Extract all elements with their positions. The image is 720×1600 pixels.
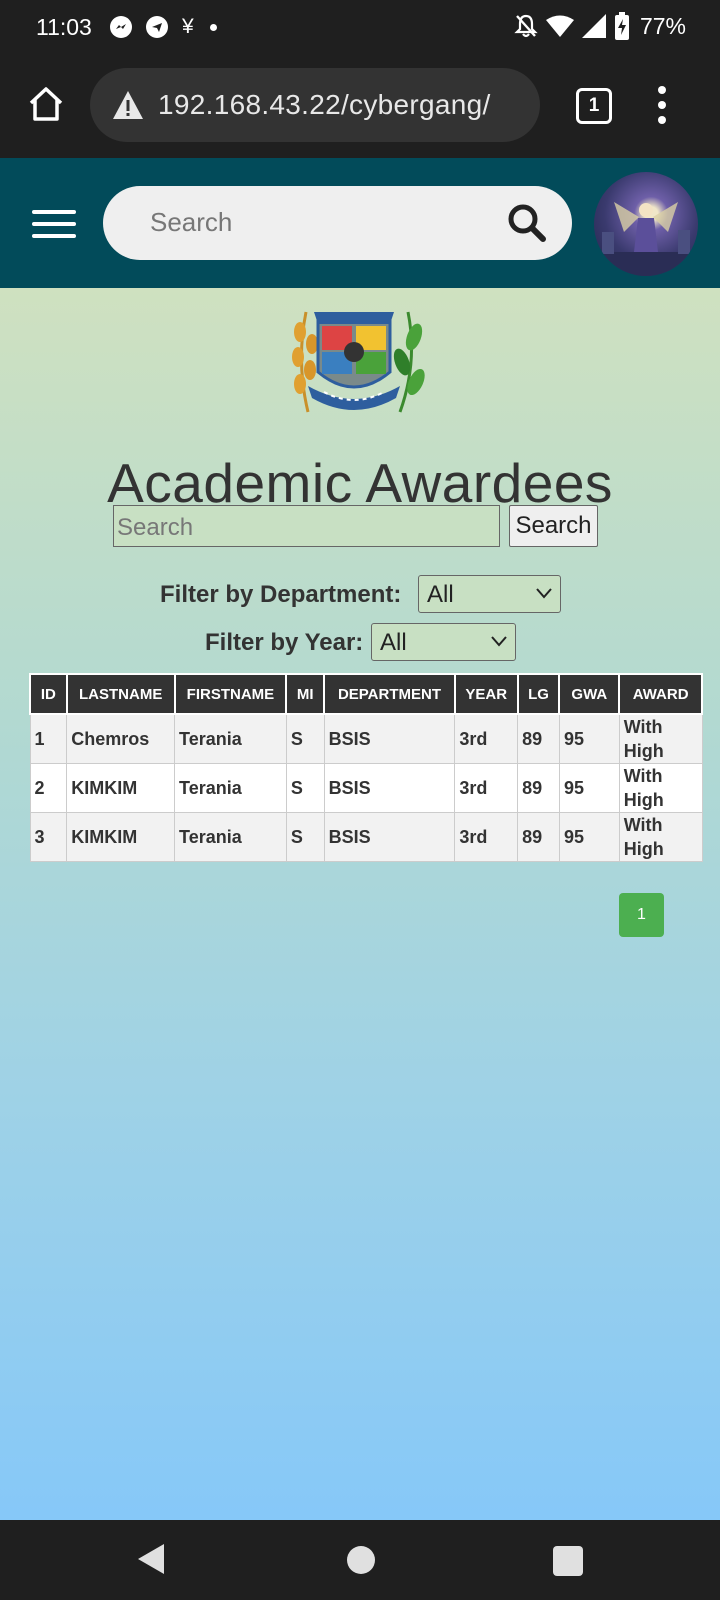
cell-lg: 89 <box>517 713 560 764</box>
url-text[interactable]: 192.168.43.22/cybergang/ <box>158 89 491 121</box>
home-icon[interactable] <box>26 84 66 124</box>
page-content: Academic Awardees Search Search Filter b… <box>0 288 720 1520</box>
cell-award: With High <box>618 812 703 862</box>
wifi-icon <box>545 15 574 37</box>
cell-department: BSIS <box>323 713 456 764</box>
table-row: 3 KIMKIM Terania S BSIS 3rd 89 95 With H… <box>29 812 703 862</box>
college-seal-logo <box>292 311 425 413</box>
status-time: 11:03 <box>36 14 92 40</box>
cell-year: 3rd <box>454 713 519 764</box>
column-header[interactable]: ID <box>29 673 68 715</box>
cell-firstname: Terania <box>174 713 287 764</box>
user-avatar[interactable] <box>594 172 698 276</box>
header-search-field[interactable]: Search <box>103 186 572 260</box>
cell-lastname: Chemros <box>66 713 176 764</box>
cell-award: With High <box>618 763 703 813</box>
cell-id: 3 <box>29 812 68 862</box>
header-search-placeholder: Search <box>150 207 233 237</box>
yen-icon: ¥ <box>182 15 194 38</box>
column-header[interactable]: MI <box>285 673 326 715</box>
back-icon[interactable] <box>136 1542 166 1576</box>
more-notifications-dot <box>209 23 217 31</box>
battery-charging-icon <box>614 12 629 40</box>
table-header-row: ID LASTNAME FIRSTNAME MI DEPARTMENT YEAR… <box>29 673 703 715</box>
cell-gwa: 95 <box>558 713 620 764</box>
cell-lg: 89 <box>517 812 560 862</box>
pagination-page-button[interactable]: 1 <box>619 893 664 937</box>
battery-percentage: 77% <box>639 12 686 39</box>
cell-gwa: 95 <box>558 812 620 862</box>
awardee-search-placeholder: Search <box>117 514 194 541</box>
messenger-icon <box>110 16 132 38</box>
cell-year: 3rd <box>454 763 519 813</box>
site-header: Search <box>0 158 720 288</box>
avatar-image <box>594 202 698 276</box>
mute-bell-icon <box>514 14 538 38</box>
column-header[interactable]: LG <box>516 673 561 715</box>
filter-year-label: Filter by Year: <box>205 629 364 656</box>
telegram-icon <box>146 16 168 38</box>
column-header[interactable]: AWARD <box>618 673 703 715</box>
awardees-table: ID LASTNAME FIRSTNAME MI DEPARTMENT YEAR… <box>29 673 703 862</box>
cell-gwa: 95 <box>558 763 620 813</box>
awardee-search-button[interactable]: Search <box>509 505 598 547</box>
android-navigation-bar <box>0 1520 720 1600</box>
department-filter-value: All <box>427 581 454 608</box>
cell-department: BSIS <box>323 812 456 862</box>
system-icons: 77% <box>514 12 686 40</box>
notification-icons: ¥ <box>110 16 217 38</box>
cell-lastname: KIMKIM <box>66 812 176 862</box>
cell-signal-icon <box>581 14 606 38</box>
search-icon[interactable] <box>507 203 547 243</box>
column-header[interactable]: LASTNAME <box>65 673 176 715</box>
cell-id: 1 <box>29 713 68 764</box>
cell-year: 3rd <box>454 812 519 862</box>
recent-apps-icon[interactable] <box>553 1546 583 1576</box>
table-row: 2 KIMKIM Terania S BSIS 3rd 89 95 With H… <box>29 763 703 813</box>
status-bar: 11:03 ¥ 77% <box>0 0 720 54</box>
cell-id: 2 <box>29 763 68 813</box>
not-secure-warning-icon[interactable] <box>112 90 144 120</box>
cell-lastname: KIMKIM <box>66 763 176 813</box>
browser-toolbar: 192.168.43.22/cybergang/ 1 <box>0 54 720 158</box>
column-header[interactable]: FIRSTNAME <box>173 673 288 715</box>
cell-mi: S <box>285 763 325 813</box>
column-header[interactable]: DEPARTMENT <box>323 673 456 715</box>
cell-award: With High <box>618 713 703 764</box>
cell-department: BSIS <box>323 763 456 813</box>
cell-mi: S <box>285 713 325 764</box>
column-header[interactable]: GWA <box>558 673 621 715</box>
cell-firstname: Terania <box>174 812 287 862</box>
year-filter-select[interactable]: All <box>371 623 516 661</box>
address-bar[interactable]: 192.168.43.22/cybergang/ <box>90 68 540 142</box>
table-row: 1 Chemros Terania S BSIS 3rd 89 95 With … <box>29 713 703 764</box>
awardee-search-input[interactable]: Search <box>113 505 500 547</box>
department-filter-select[interactable]: All <box>418 575 561 613</box>
year-filter-value: All <box>380 629 407 656</box>
hamburger-menu-icon[interactable] <box>32 210 76 238</box>
cell-lg: 89 <box>517 763 560 813</box>
column-header[interactable]: YEAR <box>453 673 519 715</box>
tab-switcher-button[interactable]: 1 <box>576 88 612 124</box>
chevron-down-icon <box>491 636 507 647</box>
filter-department-label: Filter by Department: <box>160 581 402 608</box>
cell-mi: S <box>285 812 325 862</box>
browser-menu-icon[interactable] <box>656 86 668 124</box>
chevron-down-icon <box>536 588 552 599</box>
home-button-icon[interactable] <box>347 1546 375 1574</box>
cell-firstname: Terania <box>174 763 287 813</box>
